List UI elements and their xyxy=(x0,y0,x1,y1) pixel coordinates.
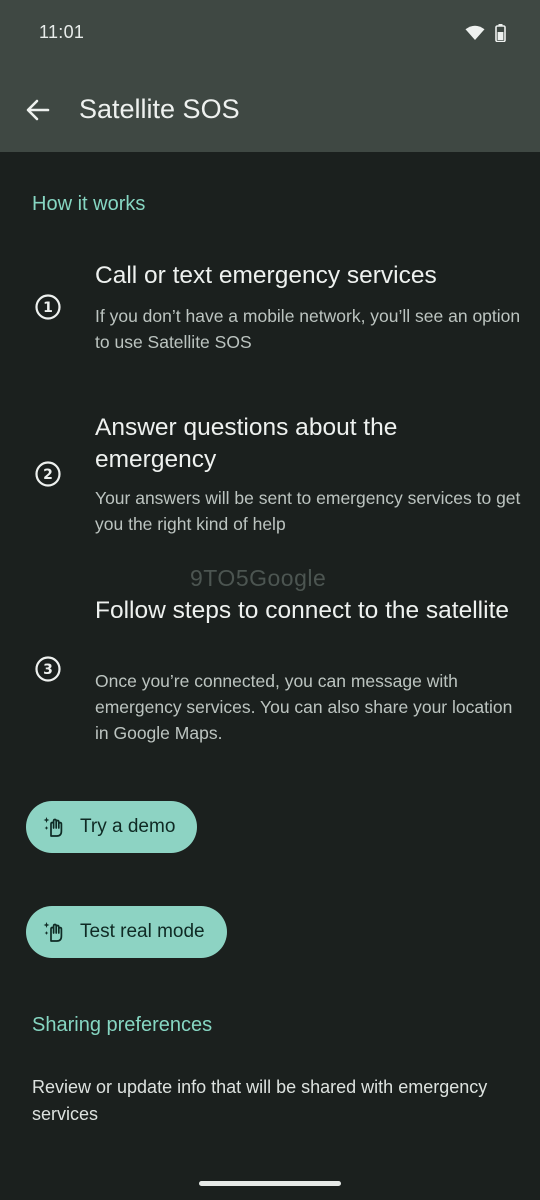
number-1-icon: 1 xyxy=(35,294,61,320)
test-real-mode-label: Test real mode xyxy=(80,921,205,942)
status-bar: 11:01 xyxy=(0,0,540,70)
hand-sparkle-icon xyxy=(42,919,68,945)
arrow-back-icon xyxy=(26,99,50,121)
sharing-preferences-item[interactable]: Review or update info that will be share… xyxy=(32,1074,502,1128)
page-title: Satellite SOS xyxy=(79,94,240,124)
status-time: 11:01 xyxy=(39,22,85,42)
number-3-icon: 3 xyxy=(35,656,61,682)
step-title: Follow steps to connect to the satellite xyxy=(95,597,509,624)
step-title: Call or text emergency services xyxy=(95,262,437,289)
how-it-works-heading: How it works xyxy=(32,193,146,215)
svg-text:3: 3 xyxy=(43,662,53,678)
hand-sparkle-icon xyxy=(42,814,68,840)
step-title: Answer questions about the emergency xyxy=(95,414,398,473)
sharing-preferences-heading: Sharing preferences xyxy=(32,1014,213,1036)
number-2-icon: 2 xyxy=(35,461,61,487)
step-description: Your answers will be sent to emergency s… xyxy=(95,488,521,534)
test-real-mode-button[interactable]: Test real mode xyxy=(26,906,227,958)
back-button[interactable] xyxy=(20,92,56,128)
status-icons xyxy=(465,24,506,42)
step-description: If you don’t have a mobile network, you’… xyxy=(95,306,521,352)
try-demo-button[interactable]: Try a demo xyxy=(26,801,198,853)
svg-text:1: 1 xyxy=(43,300,53,316)
battery-icon xyxy=(495,24,506,42)
try-demo-label: Try a demo xyxy=(80,816,176,837)
step-description: Once you’re connected, you can message w… xyxy=(95,671,513,743)
wifi-icon xyxy=(465,25,485,40)
svg-text:2: 2 xyxy=(43,467,53,483)
watermark: 9TO5Google xyxy=(190,565,327,591)
app-bar: Satellite SOS xyxy=(0,70,540,152)
gesture-nav-handle[interactable] xyxy=(199,1181,341,1186)
